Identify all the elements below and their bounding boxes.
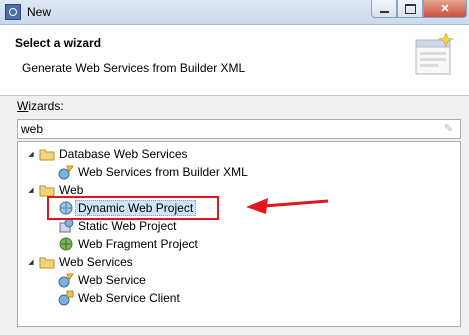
- folder-icon: [39, 149, 55, 161]
- tree-node-web-service-client[interactable]: Web Service Client: [58, 289, 180, 307]
- wizards-label-accel: W: [17, 99, 29, 113]
- expand-toggle-icon[interactable]: ◢: [26, 145, 36, 163]
- wizard-banner-icon: [415, 32, 455, 75]
- web-service-client-icon: [58, 290, 74, 306]
- maximize-icon: [404, 3, 416, 14]
- eclipse-app-icon: [5, 4, 21, 20]
- minimize-button[interactable]: [371, 0, 397, 18]
- tree-node-label: Web Service: [78, 273, 146, 287]
- wizard-header: Select a wizard Generate Web Services fr…: [0, 25, 469, 96]
- title-bar[interactable]: New ✕: [0, 0, 469, 25]
- web-fragment-project-icon: [59, 237, 73, 251]
- window-title: New: [27, 5, 52, 19]
- expand-toggle-icon[interactable]: ◢: [26, 253, 36, 271]
- minimize-icon: [379, 10, 389, 13]
- tree-node-label: Database Web Services: [59, 147, 188, 161]
- wizard-tree[interactable]: ◢ Database Web Services Web Services fro…: [17, 141, 461, 327]
- filter-input[interactable]: [21, 121, 431, 137]
- web-service-icon: [58, 273, 74, 288]
- wizards-label-text: izards:: [28, 99, 64, 113]
- clear-filter-icon[interactable]: ✎: [444, 123, 456, 135]
- tree-node-web-services[interactable]: ◢ Web Services: [26, 253, 133, 271]
- tree-node-label: Static Web Project: [78, 219, 177, 233]
- close-button[interactable]: ✕: [423, 0, 467, 18]
- tree-node-label: Web Services: [59, 255, 133, 269]
- tree-node-label: Web: [59, 183, 84, 197]
- window-controls: ✕: [371, 0, 467, 19]
- tree-node-label: Web Services from Builder XML: [78, 165, 248, 179]
- page-title: Select a wizard: [15, 36, 102, 50]
- expand-toggle-icon[interactable]: ◢: [26, 181, 36, 199]
- tree-node-label: Web Service Client: [78, 291, 180, 305]
- web-service-icon: [58, 165, 74, 180]
- maximize-button[interactable]: [397, 0, 423, 18]
- page-description: Generate Web Services from Builder XML: [22, 61, 246, 75]
- highlight-box: [47, 196, 219, 220]
- tree-node-web-fragment-project[interactable]: Web Fragment Project: [58, 235, 198, 253]
- tree-node-database-web-services[interactable]: ◢ Database Web Services: [26, 145, 188, 163]
- wizards-label: Wizards:: [17, 99, 64, 113]
- tree-node-label: Web Fragment Project: [78, 237, 198, 251]
- tree-node-web-services-from-builder-xml[interactable]: Web Services from Builder XML: [58, 163, 248, 181]
- folder-icon: [39, 257, 55, 269]
- close-icon: ✕: [440, 3, 450, 15]
- tree-node-web-service[interactable]: Web Service: [58, 271, 146, 289]
- static-web-project-icon: [59, 218, 74, 233]
- filter-field[interactable]: ✎: [17, 119, 461, 139]
- annotation-arrow-icon: [246, 198, 328, 214]
